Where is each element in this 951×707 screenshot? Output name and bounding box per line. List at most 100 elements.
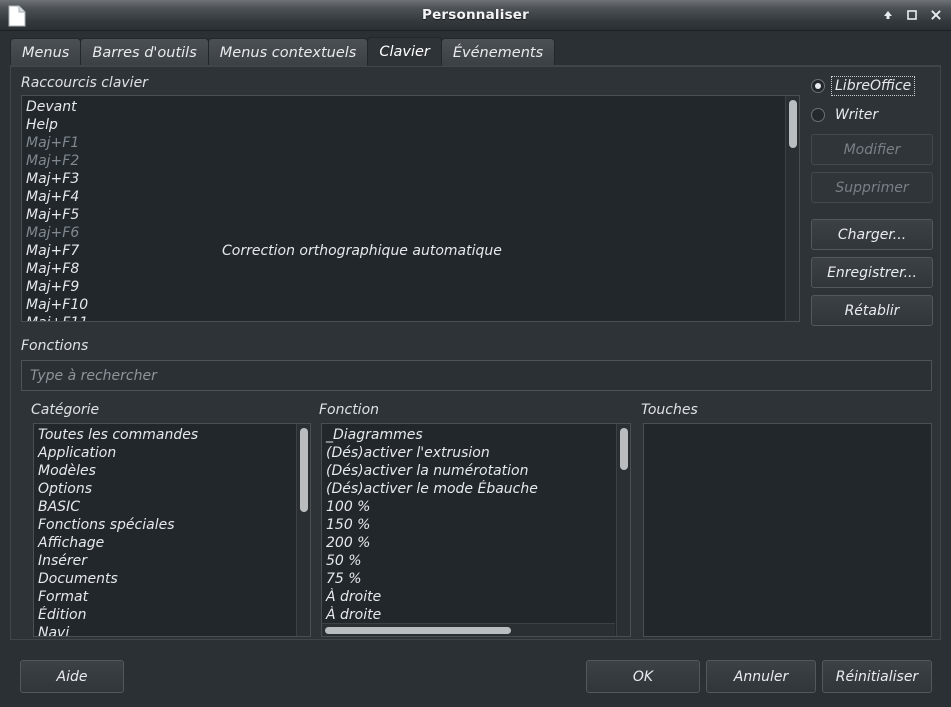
shortcut-row[interactable]: Maj+F9 — [22, 278, 784, 296]
function-item[interactable]: (Dés)activer l'extrusion — [322, 444, 615, 462]
shortcut-row[interactable]: Devant — [22, 98, 784, 116]
category-item-label: Navi — [38, 625, 70, 637]
category-item-label: Application — [38, 445, 117, 461]
keys-listbox[interactable] — [643, 423, 932, 637]
shortcut-row[interactable]: Maj+F7 Correction orthographique automati… — [22, 242, 784, 260]
category-item[interactable]: Affichage — [34, 534, 295, 552]
category-item[interactable]: Navi — [34, 624, 295, 637]
shortcut-key: Maj+F1 — [26, 135, 80, 151]
tab-v-nements[interactable]: Événements — [440, 38, 556, 66]
close-button[interactable] — [925, 4, 947, 26]
shortcut-key: Maj+F6 — [26, 225, 80, 241]
search-placeholder: Type à rechercher — [30, 367, 157, 384]
function-item-label: À droite — [326, 589, 382, 605]
shortcuts-vertical-scrollbar[interactable] — [785, 96, 799, 321]
cancel-button[interactable]: Annuler — [706, 660, 816, 693]
shortcut-row[interactable]: Maj+F5 — [22, 206, 784, 224]
function-hscroll-thumb[interactable] — [325, 627, 511, 634]
category-item[interactable]: Format — [34, 588, 295, 606]
function-item[interactable]: 150 % — [322, 516, 615, 534]
shade-button[interactable] — [877, 4, 899, 26]
shortcut-row[interactable]: Help — [22, 116, 784, 134]
function-item[interactable]: 50 % — [322, 552, 615, 570]
category-scroll-thumb[interactable] — [300, 428, 308, 512]
reset-button[interactable]: Réinitialiser — [822, 660, 932, 693]
function-item[interactable]: (Dés)activer le mode Ébauche — [322, 480, 615, 498]
function-horizontal-scrollbar[interactable] — [322, 623, 615, 636]
maximize-button[interactable] — [901, 4, 923, 26]
category-item[interactable]: Fonctions spéciales — [34, 516, 295, 534]
shortcuts-listbox[interactable]: Devant Help Maj+F1 Maj+F2 Maj+F3 Maj+F4 Maj+F5… — [21, 95, 800, 322]
function-item[interactable]: (Dés)activer la numérotation — [322, 462, 615, 480]
function-label: Fonction — [319, 402, 380, 418]
category-item[interactable]: Édition — [34, 606, 295, 624]
shortcuts-scroll-thumb[interactable] — [789, 100, 797, 148]
shortcut-row[interactable]: Maj+F4 — [22, 188, 784, 206]
shortcut-key: Maj+F4 — [26, 189, 80, 205]
shortcut-key: Maj+F11 — [26, 314, 88, 321]
function-item-label: 100 % — [326, 499, 371, 515]
modify-button[interactable]: Modifier — [811, 134, 933, 165]
function-item[interactable]: À droite — [322, 588, 615, 606]
shortcut-key: Maj+F9 — [26, 279, 80, 295]
category-item[interactable]: Modèles — [34, 462, 295, 480]
shortcut-row[interactable]: Maj+F3 — [22, 170, 784, 188]
shortcut-row[interactable]: Maj+F1 — [22, 134, 784, 152]
load-button[interactable]: Charger... — [811, 219, 933, 250]
radio-indicator-libreoffice[interactable] — [811, 79, 825, 93]
function-item[interactable]: 200 % — [322, 534, 615, 552]
shortcut-row[interactable]: Maj+F8 — [22, 260, 784, 278]
scope-radio-libreoffice[interactable]: LibreOffice — [811, 76, 916, 96]
search-input[interactable]: Type à rechercher — [21, 360, 932, 391]
shortcut-row[interactable]: Maj+F6 — [22, 224, 784, 242]
function-item-label: 50 % — [326, 553, 362, 569]
category-item[interactable]: Options — [34, 480, 295, 498]
category-item[interactable]: Application — [34, 444, 295, 462]
ok-button[interactable]: OK — [586, 660, 700, 693]
category-item[interactable]: Documents — [34, 570, 295, 588]
category-item-label: Insérer — [38, 553, 88, 569]
scope-label-writer: Writer — [835, 107, 879, 123]
category-item[interactable]: Insérer — [34, 552, 295, 570]
shortcut-key: Maj+F10 — [26, 297, 89, 313]
shortcut-row[interactable]: Maj+F2 — [22, 152, 784, 170]
category-item-label: BASIC — [38, 499, 80, 515]
delete-button[interactable]: Supprimer — [811, 172, 933, 203]
category-vertical-scrollbar[interactable] — [296, 424, 310, 636]
customize-panel: Raccourcis clavier Devant Help Maj+F1 Maj+F… — [10, 66, 941, 640]
scope-radio-writer[interactable]: Writer — [811, 107, 880, 123]
tab-strip: Menus Barres d'outils Menus contextuels Cla… — [10, 37, 941, 67]
category-item-label: Modèles — [38, 463, 96, 479]
function-item[interactable]: À droite — [322, 606, 615, 623]
shortcut-key: Maj+F7 — [26, 243, 80, 259]
category-item-label: Édition — [38, 607, 87, 623]
shortcut-key: Devant — [26, 99, 77, 115]
reset-shortcuts-button[interactable]: Rétablir — [811, 295, 933, 326]
function-vertical-scrollbar[interactable] — [616, 424, 630, 636]
category-item[interactable]: Toutes les commandes — [34, 426, 295, 444]
category-item-label: Fonctions spéciales — [38, 517, 175, 533]
function-item-label: À droite — [326, 607, 382, 623]
tab-barres-d-outils[interactable]: Barres d'outils — [80, 38, 209, 66]
category-label: Catégorie — [31, 402, 100, 418]
category-item-label: Format — [38, 589, 89, 605]
function-item[interactable]: 75 % — [322, 570, 615, 588]
category-item-label: Documents — [38, 571, 118, 587]
shortcut-row[interactable]: Maj+F10 — [22, 296, 784, 314]
function-item[interactable]: 100 % — [322, 498, 615, 516]
shortcut-row[interactable]: Maj+F11 — [22, 314, 784, 321]
category-listbox[interactable]: Toutes les commandes Application Modèles Op… — [33, 423, 311, 637]
function-scroll-thumb[interactable] — [620, 428, 628, 470]
category-item-label: Options — [38, 481, 93, 497]
help-button[interactable]: Aide — [20, 660, 124, 693]
shortcut-key: Maj+F3 — [26, 171, 80, 187]
save-button[interactable]: Enregistrer... — [811, 257, 933, 288]
function-item[interactable]: _Diagrammes — [322, 426, 615, 444]
category-item[interactable]: BASIC — [34, 498, 295, 516]
radio-indicator-writer[interactable] — [811, 108, 825, 122]
function-listbox[interactable]: _Diagrammes (Dés)activer l'extrusion (Dés)… — [321, 423, 631, 637]
function-item-label: _Diagrammes — [326, 427, 423, 443]
tab-clavier[interactable]: Clavier — [367, 37, 442, 66]
tab-menus-contextuels[interactable]: Menus contextuels — [207, 38, 369, 66]
tab-menus[interactable]: Menus — [10, 38, 82, 66]
